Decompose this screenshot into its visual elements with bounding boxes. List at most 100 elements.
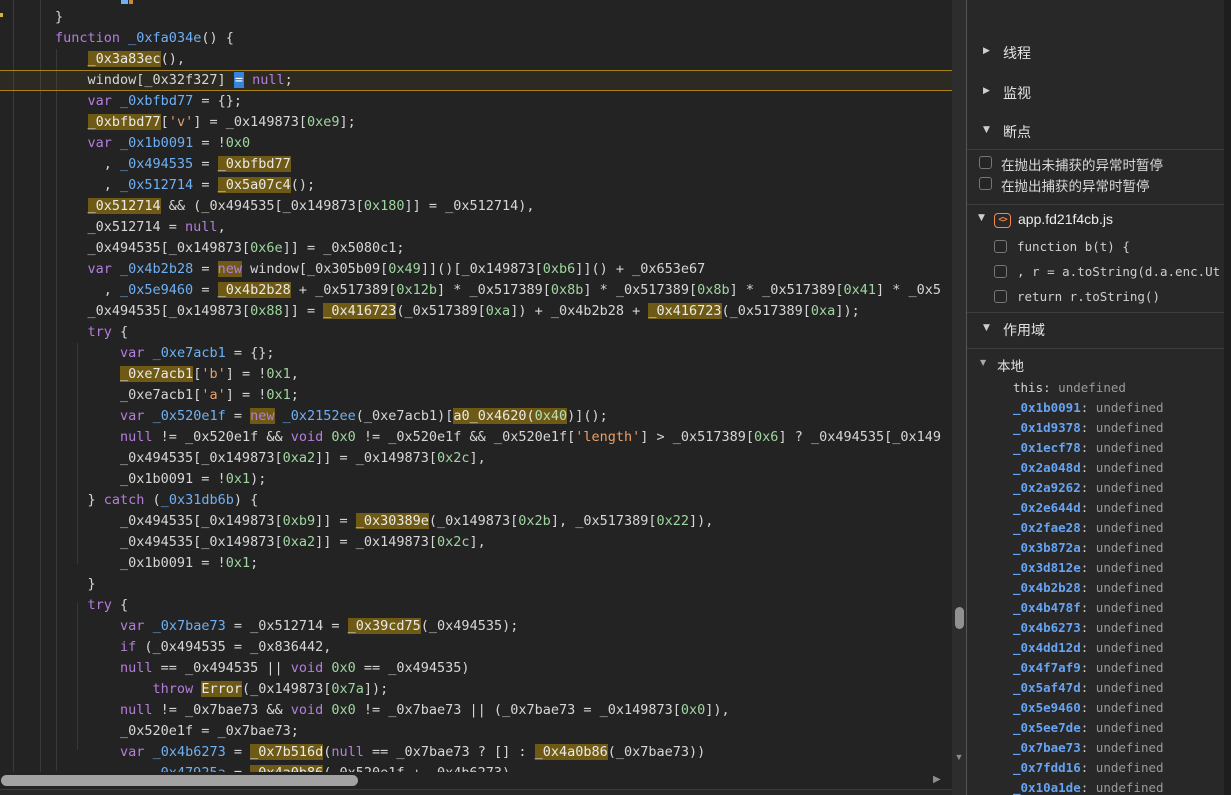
divider — [967, 204, 1231, 205]
scope-variable-row[interactable]: _0x7fdd16: undefined — [967, 760, 1231, 778]
code-line[interactable]: , _0x47925a = _0x4a0b86(_0x520e1f + _0x4… — [0, 763, 952, 772]
scope-variable-row[interactable]: _0x3b872a: undefined — [967, 540, 1231, 558]
code-line[interactable]: , _0x5e9460 = _0x4b2b28 + _0x517389[0x12… — [0, 280, 952, 301]
scope-variable-row[interactable]: _0x2e644d: undefined — [967, 500, 1231, 518]
vertical-scrollbar-thumb[interactable] — [955, 607, 964, 629]
code-line[interactable]: _0x494535[_0x149873[0xa2]] = _0x149873[0… — [0, 448, 952, 469]
code-token: 0x41 — [843, 282, 876, 298]
scope-variable-row[interactable]: _0x4b6273: undefined — [967, 620, 1231, 638]
code-line[interactable]: var _0x4b2b28 = new window[_0x305b09[0x4… — [0, 259, 952, 280]
breakpoint-checkbox[interactable] — [994, 265, 1007, 278]
code-line[interactable]: _0x3a83ec(), — [0, 49, 952, 70]
code-token: (_0xe7acb1)[ — [356, 408, 454, 424]
code-line[interactable]: var _0x7bae73 = _0x512714 = _0x39cd75(_0… — [0, 616, 952, 637]
chevron-right-icon[interactable]: ▶ — [983, 46, 990, 56]
scope-variable-row[interactable]: _0x5e9460: undefined — [967, 700, 1231, 718]
scope-this-row[interactable]: this: undefined — [967, 380, 1231, 398]
breakpoint-checkbox[interactable] — [994, 290, 1007, 303]
code-token: _0x520e1f — [153, 408, 226, 424]
code-line[interactable]: _0xe7acb1['b'] = !0x1, — [0, 364, 952, 385]
breakpoint-entry[interactable]: , r = a.toString(d.a.enc.Ut — [967, 264, 1231, 284]
section-scope[interactable]: ▼ 作用域 — [967, 323, 1231, 341]
code-line[interactable]: _0x494535[_0x149873[0xb9]] = _0x30389e(_… — [0, 511, 952, 532]
scope-variable-row[interactable]: _0x2a9262: undefined — [967, 480, 1231, 498]
chevron-down-icon[interactable]: ▼ — [983, 323, 990, 333]
pause-uncaught-checkbox[interactable] — [979, 156, 992, 169]
code-line[interactable]: function _0xfa034e() { — [0, 28, 952, 49]
chevron-right-icon[interactable]: ▶ — [983, 86, 990, 96]
sidebar-scrollbar-track[interactable] — [1224, 0, 1231, 795]
code-line[interactable]: _0x494535[_0x149873[0xa2]] = _0x149873[0… — [0, 532, 952, 553]
code-line[interactable]: null != _0x7bae73 && void 0x0 != _0x7bae… — [0, 700, 952, 721]
scope-variable-row[interactable]: _0x1b0091: undefined — [967, 400, 1231, 418]
code-line[interactable]: _0xe7acb1['a'] = !0x1; — [0, 385, 952, 406]
code-line[interactable]: var _0x1b0091 = !0x0 — [0, 133, 952, 154]
code-line[interactable]: _0xbfbd77['v'] = _0x149873[0xe9]; — [0, 112, 952, 133]
variable-value: undefined — [1096, 760, 1164, 775]
chevron-down-icon[interactable]: ▼ — [980, 358, 986, 367]
scope-variable-row[interactable]: _0x3d812e: undefined — [967, 560, 1231, 578]
scope-variable-row[interactable]: _0x4b478f: undefined — [967, 600, 1231, 618]
code-line[interactable]: _0x494535[_0x149873[0x88]] = _0x416723(_… — [0, 301, 952, 322]
code-line[interactable]: , _0x494535 = _0xbfbd77 — [0, 154, 952, 175]
scope-variable-row[interactable]: _0x5af47d: undefined — [967, 680, 1231, 698]
code-line[interactable]: _0x1b0091 = !0x1); — [0, 469, 952, 490]
execution-line[interactable]: window[_0x32f327] = null; — [0, 70, 952, 91]
code-line[interactable]: } catch (_0x31db6b) { — [0, 490, 952, 511]
code-line[interactable]: null == _0x494535 || void 0x0 == _0x4945… — [0, 658, 952, 679]
scope-variable-row[interactable]: _0x1ecf78: undefined — [967, 440, 1231, 458]
code-token: } — [55, 492, 104, 508]
code-line[interactable]: var _0xe7acb1 = {}; — [0, 343, 952, 364]
code-line[interactable]: var _0x520e1f = new _0x2152ee(_0xe7acb1)… — [0, 406, 952, 427]
code-token: _0xbfbd77 — [120, 93, 193, 109]
vertical-scrollbar[interactable]: ▼ — [952, 0, 966, 795]
scope-variable-row[interactable]: _0x7bae73: undefined — [967, 740, 1231, 758]
code-line[interactable]: , _0x512714 = _0x5a07c4(); — [0, 175, 952, 196]
code-line[interactable]: _0x1b0091 = !0x1; — [0, 553, 952, 574]
scope-variable-row[interactable]: _0x2fae28: undefined — [967, 520, 1231, 538]
code-line[interactable]: _0x494535[_0x149873[0x6e]] = _0x5080c1; — [0, 238, 952, 259]
scroll-down-arrow-icon[interactable]: ▼ — [953, 752, 965, 762]
section-breakpoints[interactable]: ▼ 断点 — [967, 125, 1231, 143]
breakpoint-file-group[interactable]: ▼ <> app.fd21f4cb.js — [967, 213, 1231, 231]
chevron-down-icon[interactable]: ▼ — [983, 125, 990, 135]
code-line[interactable]: } — [0, 574, 952, 595]
code-line[interactable]: throw Error(_0x149873[0x7a]); — [0, 679, 952, 700]
code-line[interactable]: _0x520e1f = _0x7bae73; — [0, 721, 952, 742]
code-line[interactable]: } — [0, 7, 952, 28]
pause-uncaught-row[interactable]: 在抛出未捕获的异常时暂停 — [967, 156, 1231, 176]
horizontal-scrollbar[interactable]: ▶ — [0, 772, 952, 789]
code-line[interactable]: var _0xbfbd77 = {}; — [0, 91, 952, 112]
code-line[interactable]: try { — [0, 322, 952, 343]
pause-caught-checkbox[interactable] — [979, 177, 992, 190]
scope-variable-row[interactable]: _0x2a048d: undefined — [967, 460, 1231, 478]
scope-variable-row[interactable]: _0x5ee7de: undefined — [967, 720, 1231, 738]
editor-pane[interactable]: }function _0xfa034e() { _0x3a83ec(), win… — [0, 0, 952, 795]
code-token: { — [112, 597, 128, 613]
code-line[interactable]: try { — [0, 595, 952, 616]
breakpoint-entry[interactable]: return r.toString() — [967, 289, 1231, 309]
breakpoint-entry[interactable]: function b(t) { — [967, 239, 1231, 259]
scope-variable-row[interactable]: _0x10a1de: undefined — [967, 780, 1231, 795]
scroll-right-arrow-icon[interactable]: ▶ — [933, 774, 941, 785]
scope-variable-row[interactable]: _0x4dd12d: undefined — [967, 640, 1231, 658]
pause-caught-row[interactable]: 在抛出捕获的异常时暂停 — [967, 177, 1231, 197]
code-line[interactable]: _0x512714 && (_0x494535[_0x149873[0x180]… — [0, 196, 952, 217]
code-area[interactable]: }function _0xfa034e() { _0x3a83ec(), win… — [0, 7, 952, 772]
code-token: 0x88 — [250, 303, 283, 319]
horizontal-scrollbar-thumb[interactable] — [1, 775, 358, 786]
scope-variable-row[interactable]: _0x4f7af9: undefined — [967, 660, 1231, 678]
breakpoint-checkbox[interactable] — [994, 240, 1007, 253]
scope-local-group[interactable]: ▼ 本地 — [967, 356, 1231, 372]
code-line[interactable]: var _0x4b6273 = _0x7b516d(null == _0x7ba… — [0, 742, 952, 763]
code-token: _0xfa034e — [128, 30, 201, 46]
section-watch[interactable]: ▶ 监视 — [967, 86, 1231, 104]
code-line[interactable]: if (_0x494535 = _0x836442, — [0, 637, 952, 658]
code-line[interactable]: null != _0x520e1f && void 0x0 != _0x520e… — [0, 427, 952, 448]
code-line[interactable]: _0x512714 = null, — [0, 217, 952, 238]
scope-variable-row[interactable]: _0x1d9378: undefined — [967, 420, 1231, 438]
section-threads[interactable]: ▶ 线程 — [967, 46, 1231, 64]
variable-value: undefined — [1096, 740, 1164, 755]
scope-variable-row[interactable]: _0x4b2b28: undefined — [967, 580, 1231, 598]
chevron-down-icon[interactable]: ▼ — [978, 213, 985, 223]
